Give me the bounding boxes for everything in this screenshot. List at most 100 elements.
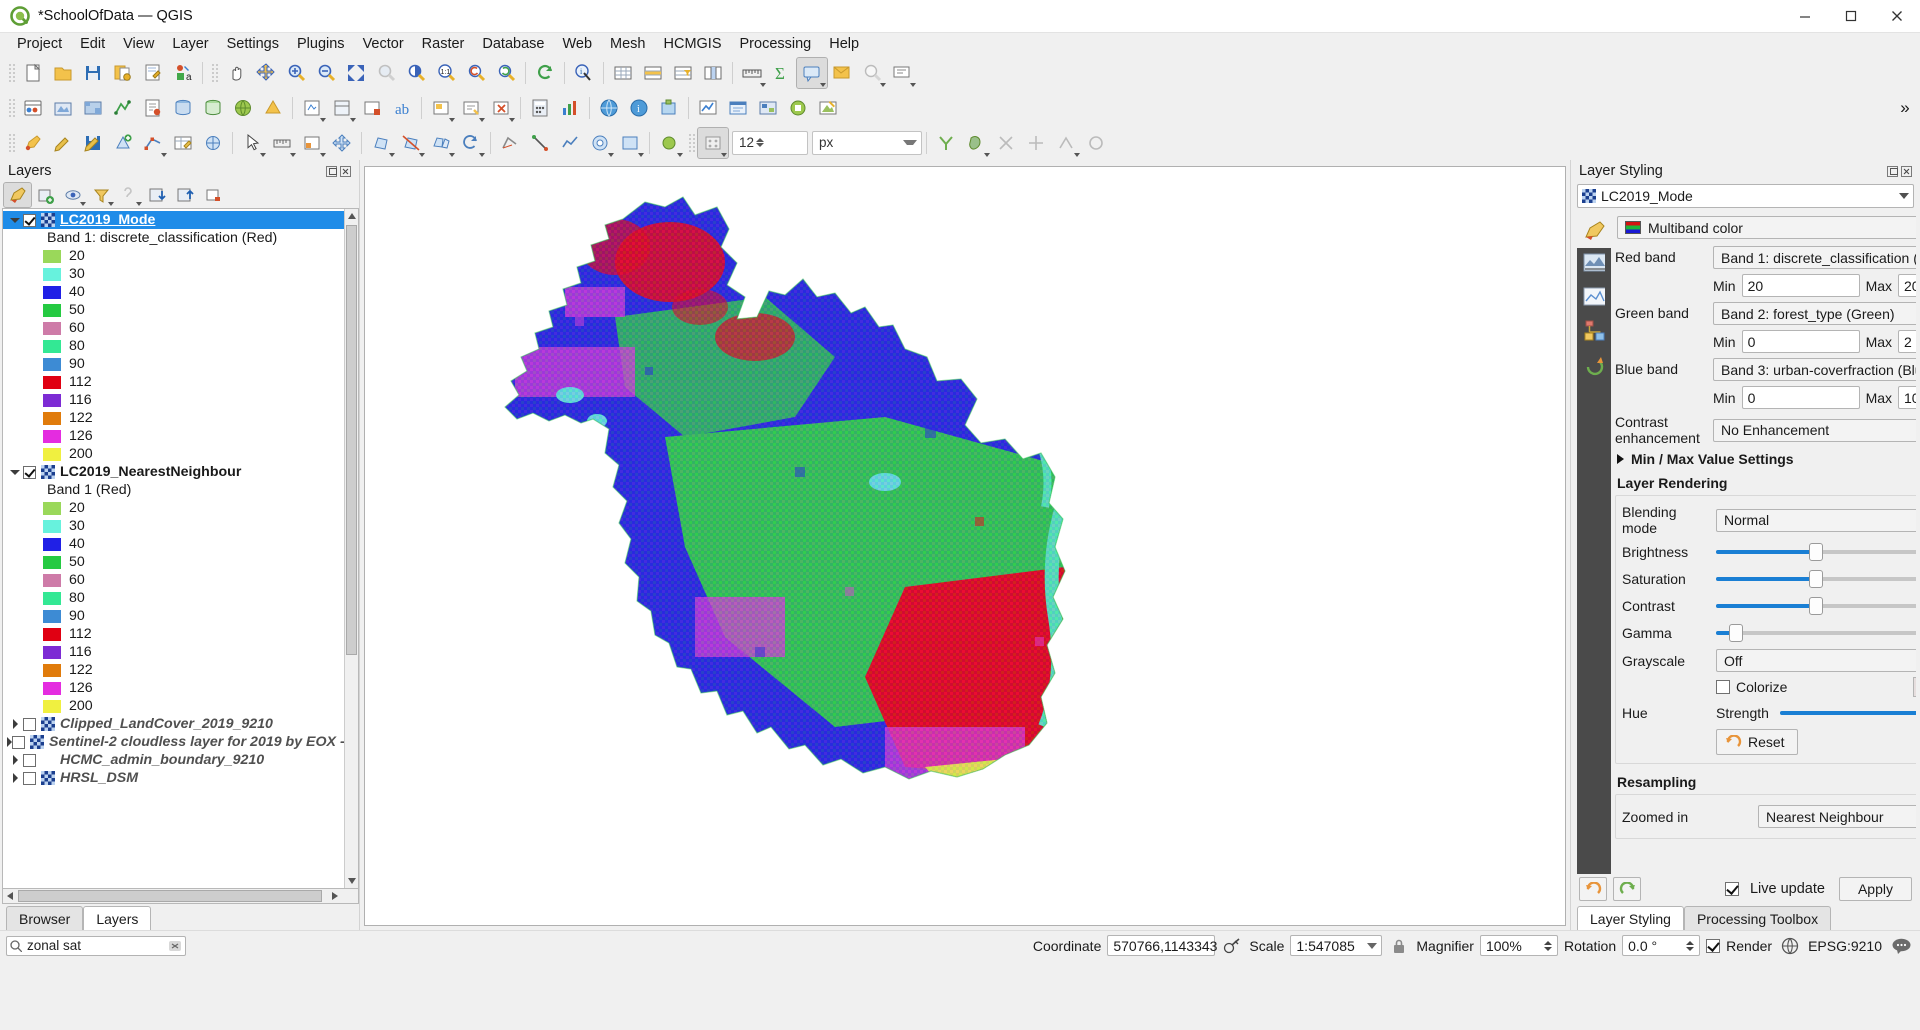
layer-visibility-checkbox[interactable] [12,735,25,749]
minmax-value-settings-toggle[interactable]: Min / Max Value Settings [1617,451,1916,467]
add-delimited-text-icon[interactable] [138,93,168,123]
zoom-in-icon[interactable] [281,58,311,88]
deselect-features-icon[interactable] [486,93,516,123]
zoom-out-icon[interactable] [311,58,341,88]
add-spatialite-layer-icon[interactable] [198,93,228,123]
annotation-tool-icon[interactable] [654,128,684,158]
undock-panel-button[interactable] [1887,165,1898,177]
merge-features-icon[interactable] [426,128,456,158]
zoom-full-icon[interactable] [341,58,371,88]
add-ring-icon[interactable] [585,128,615,158]
select-tool-icon[interactable] [237,128,267,158]
size-spinbox[interactable]: 12 [732,130,808,155]
crs-label[interactable]: EPSG:9210 [1808,938,1882,954]
minimize-button[interactable] [1782,0,1828,33]
current-edits-icon[interactable] [18,128,48,158]
data-source-manager-icon[interactable] [18,93,48,123]
layer-visibility-checkbox[interactable] [23,771,36,785]
green-min-input[interactable]: 0 [1741,330,1860,353]
colorize-checkbox[interactable] [1716,680,1730,695]
menu-hcmgis[interactable]: HCMGIS [655,34,731,54]
new-geopackage-icon[interactable] [327,93,357,123]
blue-max-input[interactable]: 100 [1898,386,1916,409]
gamma-slider[interactable] [1716,623,1916,643]
reset-button[interactable]: Reset [1716,729,1798,756]
scroll-up-arrow-icon[interactable] [345,209,358,223]
style-layer-selector[interactable]: LC2019_Mode [1577,184,1914,208]
layer-visibility-checkbox[interactable] [23,213,36,227]
simplify-feature-icon[interactable] [555,128,585,158]
table-filter-icon[interactable] [668,58,698,88]
contrast-slider[interactable] [1716,596,1916,616]
digitize-shape-icon[interactable] [198,128,228,158]
collapse-layer-icon[interactable] [7,217,23,223]
self-snapping-icon[interactable] [1081,128,1111,158]
field-calculator-icon[interactable] [525,93,555,123]
history-icon[interactable] [1583,354,1605,376]
red-band-combo[interactable]: Band 1: discrete_classification (Red) [1713,246,1916,269]
expand-all-icon[interactable] [144,183,171,207]
sum-icon[interactable]: Σ [767,58,797,88]
identify-features-icon[interactable]: i [569,58,599,88]
show-statistics-icon[interactable] [555,93,585,123]
lock-scale-icon[interactable] [1388,938,1410,954]
save-project-as-icon[interactable] [108,58,138,88]
menu-vector[interactable]: Vector [354,34,413,54]
apply-button[interactable]: Apply [1838,877,1912,901]
scrollbar-thumb[interactable] [346,225,357,655]
add-wms-layer-icon[interactable] [228,93,258,123]
expand-layer-icon[interactable] [7,755,23,765]
scroll-left-arrow-icon[interactable] [3,890,17,903]
snapping-options-icon[interactable] [961,128,991,158]
refresh-icon[interactable] [530,58,560,88]
layer-visibility-checkbox[interactable] [23,753,36,767]
table-columns-icon[interactable] [698,58,728,88]
messages-icon[interactable] [1888,938,1914,954]
rotation-value[interactable]: 0.0 ° [1622,935,1701,956]
modify-attributes-icon[interactable] [168,128,198,158]
plugin-manager-icon[interactable] [654,93,684,123]
filter-legend-icon[interactable] [88,183,115,207]
zoom-last-icon[interactable] [461,58,491,88]
snap-intersection-icon[interactable] [1051,128,1081,158]
map-tips-icon[interactable] [796,56,828,89]
close-panel-button[interactable] [1901,165,1912,177]
layer-tree-row[interactable]: HCMC_admin_boundary_9210 [3,751,358,769]
zoom-to-layer-icon[interactable] [401,58,431,88]
add-group-icon[interactable] [32,183,59,207]
label-toggle-icon[interactable]: ab [387,93,417,123]
select-features-icon[interactable] [426,93,456,123]
georeferencer-icon[interactable] [813,93,843,123]
toolbar-grip[interactable] [687,131,695,154]
crs-globe-icon[interactable] [1778,937,1802,955]
filter-legend-expression-icon[interactable] [116,183,143,207]
blue-band-combo[interactable]: Band 3: urban-coverfraction (Blue) [1713,358,1916,381]
fill-ring-icon[interactable] [615,128,645,158]
new-virtual-layer-icon[interactable] [357,93,387,123]
measure-tool-icon[interactable] [267,128,297,158]
render-checkbox[interactable] [1706,938,1721,953]
node-tool-icon[interactable] [297,128,327,158]
select-by-expression-icon[interactable] [456,93,486,123]
zoom-to-selection-icon[interactable] [371,58,401,88]
topological-editing-icon[interactable] [991,128,1021,158]
layer-tree-row[interactable]: HRSL_DSM [3,769,358,787]
shape-digitizing-icon[interactable] [697,126,729,159]
pan-to-selection-icon[interactable] [251,58,281,88]
tab-layer-styling[interactable]: Layer Styling [1577,906,1684,930]
layers-tree-vertical-scrollbar[interactable] [344,209,358,888]
undo-style-button[interactable] [1579,877,1607,901]
green-band-combo[interactable]: Band 2: forest_type (Green) [1713,302,1916,325]
new-project-icon[interactable] [18,58,48,88]
hcmgis-tools-icon[interactable] [753,93,783,123]
manage-layer-visibility-icon[interactable] [60,183,87,207]
menu-raster[interactable]: Raster [413,34,474,54]
toggle-editing-icon[interactable] [48,128,78,158]
magnifier-value[interactable]: 100% [1479,935,1558,956]
add-mesh-layer-icon[interactable] [108,93,138,123]
locator-search-box[interactable]: zonal sat [6,935,186,956]
collapse-all-icon[interactable] [172,183,199,207]
enable-snapping-icon[interactable] [931,128,961,158]
expand-layer-icon[interactable] [7,719,23,729]
avoid-overlap-icon[interactable] [1021,128,1051,158]
